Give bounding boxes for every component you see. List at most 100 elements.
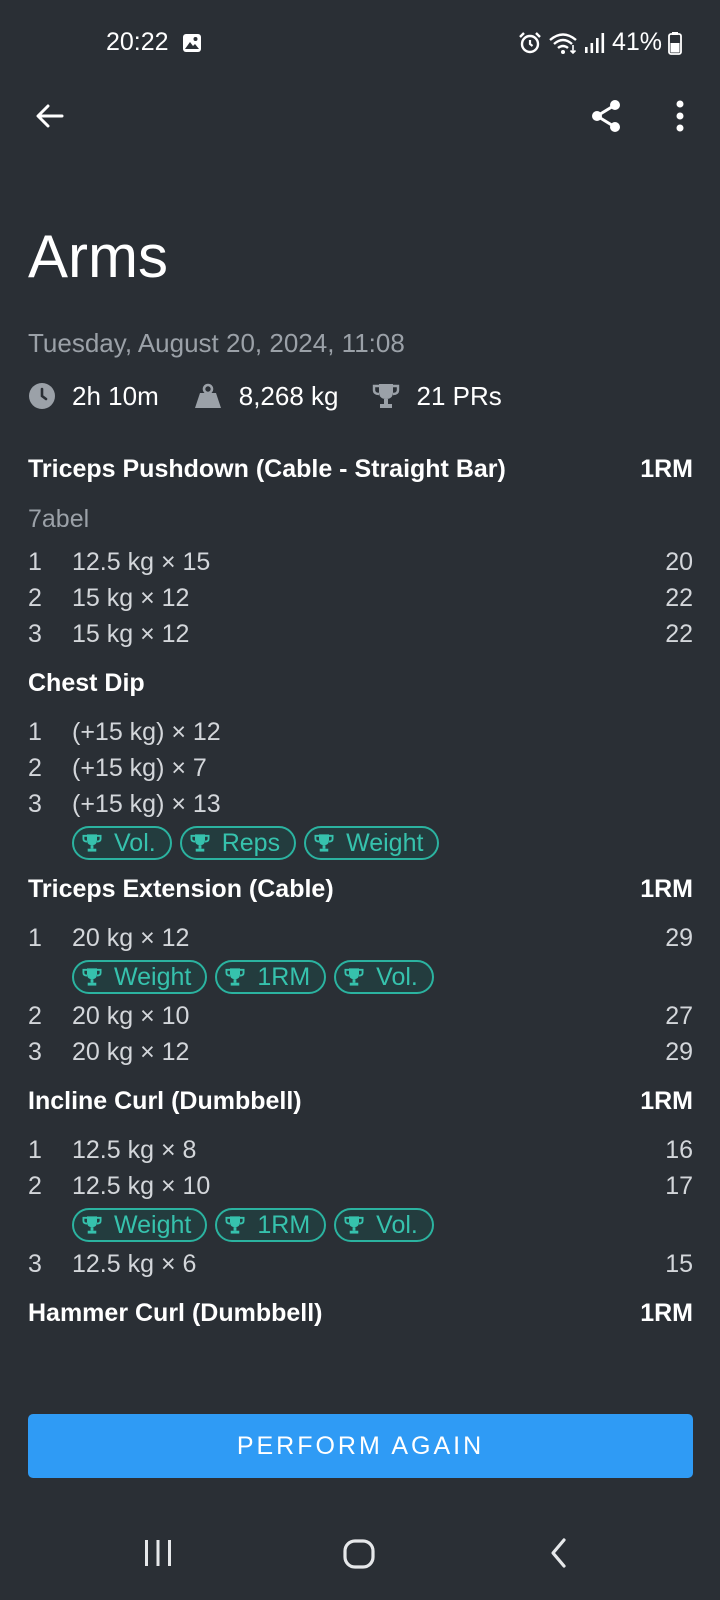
set-number: 2 (28, 753, 42, 782)
set-1rm: 29 (665, 923, 693, 952)
pr-badge: Weight (72, 1208, 208, 1242)
pr-badge: Weight (304, 826, 440, 860)
trophy-icon (225, 968, 245, 986)
exercise-header[interactable]: Incline Curl (Dumbbell) 1RM (28, 1076, 693, 1126)
set-value: (+15 kg) × 12 (72, 717, 221, 746)
battery-percent: 41% (611, 28, 662, 56)
wifi-icon (549, 32, 577, 54)
set-number: 1 (28, 923, 42, 952)
prs-value: 21 PRs (416, 380, 502, 411)
pr-badge: Vol. (72, 826, 172, 860)
exercise-name: Incline Curl (Dumbbell) (28, 1086, 302, 1115)
set-value: 12.5 kg × 6 (72, 1249, 197, 1278)
set-row: 3 20 kg × 12 29 (28, 1034, 693, 1070)
recents-icon (145, 1540, 171, 1566)
pr-badge: Reps (179, 826, 297, 860)
pr-badge-label: 1RM (257, 1210, 311, 1239)
set-number: 3 (28, 1037, 42, 1066)
set-row: 2 15 kg × 12 22 (28, 580, 693, 616)
pr-badge: Vol. (334, 960, 434, 994)
set-1rm: 22 (665, 583, 693, 612)
pr-badges: Weight 1RM Vol. (28, 1204, 693, 1246)
trophy-icon (190, 834, 210, 852)
trophy-icon (225, 1216, 245, 1234)
alarm-icon (519, 31, 541, 53)
pr-badge-label: Weight (114, 962, 192, 991)
trophy-icon (82, 1216, 102, 1234)
trophy-icon (344, 968, 364, 986)
trophy-icon (344, 1216, 364, 1234)
home-button[interactable] (342, 1538, 376, 1575)
exercise-name: Triceps Extension (Cable) (28, 874, 334, 903)
column-label: 1RM (640, 874, 693, 903)
clock-icon (29, 383, 55, 409)
set-1rm: 22 (665, 619, 693, 648)
more-options-button[interactable] (660, 94, 700, 138)
set-number: 2 (28, 1001, 42, 1030)
status-bar: 20:22 41% (0, 0, 720, 88)
pr-badges: Weight 1RM Vol. (28, 956, 693, 998)
exercise-header[interactable]: Chest Dip (28, 658, 693, 708)
pr-badge-label: Vol. (376, 962, 418, 991)
set-row: 2 (+15 kg) × 7 (28, 750, 693, 786)
exercise-name: Triceps Pushdown (Cable - Straight Bar) (28, 454, 506, 483)
set-value: 15 kg × 12 (72, 583, 190, 612)
weight-icon (194, 383, 221, 408)
battery-icon (668, 31, 682, 55)
pr-badge: Vol. (334, 1208, 434, 1242)
perform-again-button[interactable]: PERFORM AGAIN (28, 1414, 693, 1478)
set-value: 12.5 kg × 10 (72, 1171, 211, 1200)
set-row: 1 12.5 kg × 15 20 (28, 544, 693, 580)
share-icon (592, 100, 620, 132)
status-icons: 41% (518, 28, 682, 57)
trophy-icon (82, 968, 102, 986)
set-row: 1 20 kg × 12 29 (28, 920, 693, 956)
set-1rm: 20 (665, 547, 693, 576)
exercise-note: 7abel (28, 505, 90, 533)
set-value: (+15 kg) × 7 (72, 753, 207, 782)
exercise-name: Hammer Curl (Dumbbell) (28, 1298, 323, 1327)
workout-stats: 2h 10m 8,268 kg 21 PRs (28, 374, 536, 418)
pr-badge-label: Vol. (114, 828, 156, 857)
nav-back-icon (551, 1538, 566, 1568)
exercise-name: Chest Dip (28, 668, 145, 697)
pr-badge: 1RM (215, 1208, 327, 1242)
set-1rm: 17 (665, 1171, 693, 1200)
nav-back-button[interactable] (548, 1536, 570, 1575)
pr-badge-label: Reps (221, 828, 281, 857)
pr-badge: Weight (72, 960, 208, 994)
column-label: 1RM (640, 1086, 693, 1115)
set-number: 1 (28, 547, 42, 576)
status-time: 20:22 (106, 28, 169, 56)
set-1rm: 16 (665, 1135, 693, 1164)
workout-date: Tuesday, August 20, 2024, 11:08 (28, 328, 405, 358)
volume-stat: 8,268 kg (193, 380, 339, 412)
set-row: 3 15 kg × 12 22 (28, 616, 693, 652)
home-icon (343, 1539, 375, 1569)
set-row: 2 12.5 kg × 10 17 (28, 1168, 693, 1204)
trophy-icon (373, 384, 400, 408)
exercise-header[interactable]: Triceps Extension (Cable) 1RM (28, 864, 693, 914)
set-number: 3 (28, 1249, 42, 1278)
trophy-icon (82, 834, 102, 852)
duration-value: 2h 10m (72, 380, 159, 411)
exercise-header[interactable]: Hammer Curl (Dumbbell) 1RM (28, 1288, 693, 1338)
exercise-header[interactable]: Triceps Pushdown (Cable - Straight Bar) … (28, 444, 693, 494)
set-value: 15 kg × 12 (72, 619, 190, 648)
set-row: 1 12.5 kg × 8 16 (28, 1132, 693, 1168)
set-row: 3 12.5 kg × 6 15 (28, 1246, 693, 1282)
duration-stat: 2h 10m (28, 381, 159, 412)
column-label: 1RM (640, 454, 693, 483)
share-button[interactable] (584, 94, 628, 138)
workout-detail-screen: 20:22 41% Arms Tuesday, August 20, 2024,… (0, 0, 720, 1600)
signal-icon (584, 32, 605, 53)
back-button[interactable] (28, 94, 72, 138)
gallery-icon (183, 34, 201, 52)
volume-value: 8,268 kg (238, 380, 339, 411)
trophy-icon (314, 834, 334, 852)
column-label: 1RM (640, 1298, 693, 1327)
set-value: (+15 kg) × 13 (72, 789, 221, 818)
set-number: 3 (28, 789, 42, 818)
set-number: 1 (28, 717, 42, 746)
recents-button[interactable] (142, 1538, 174, 1573)
